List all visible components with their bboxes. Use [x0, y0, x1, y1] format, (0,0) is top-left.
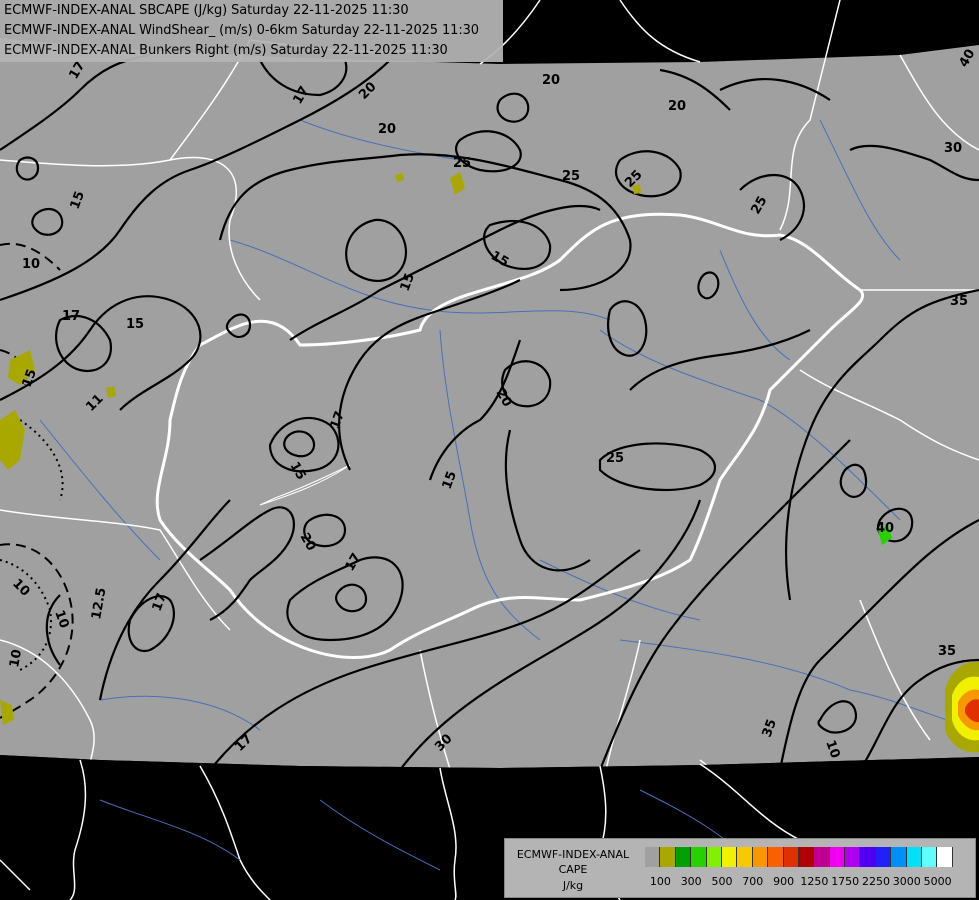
contour-label: 35 [950, 294, 968, 309]
legend-swatch [706, 847, 722, 867]
legend-swatch [829, 847, 846, 867]
contour-label: 20 [542, 73, 560, 88]
contour-label: 25 [562, 169, 580, 184]
legend-swatch [937, 847, 953, 867]
contour-label: 30 [944, 141, 962, 156]
legend-title: ECMWF-INDEX-ANAL [516, 848, 630, 861]
legend-tick-label: 1250 [800, 875, 829, 888]
legend-tick-label: 700 [742, 875, 764, 888]
legend-tick-label: 3000 [892, 875, 921, 888]
legend-tick-label: 500 [711, 875, 733, 888]
map-stage: 17 20 20 17 20 25 25 25 20 30 35 15 15 1… [0, 0, 979, 900]
legend-swatch [845, 847, 861, 867]
legend-swatch [675, 847, 692, 867]
weather-map: 17 20 20 17 20 25 25 25 20 30 35 15 15 1… [0, 0, 979, 900]
contour-label: 10 [7, 648, 25, 668]
legend-tick-label: 2250 [862, 875, 890, 888]
legend-ticks: 100 300 500 700 900 1250 1750 2250 3000 5000 [645, 875, 971, 889]
legend-swatch [875, 847, 892, 867]
contour-label: 35 [938, 644, 956, 659]
legend-swatch [891, 847, 907, 867]
legend-swatch [814, 847, 830, 867]
header-line-windshear: ECMWF-INDEX-ANAL WindShear_ (m/s) 0-6km … [4, 23, 479, 38]
map-header: ECMWF-INDEX-ANAL SBCAPE (J/kg) Saturday … [0, 0, 503, 62]
contour-label: 15 [126, 317, 144, 332]
legend-unit: J/kg [562, 879, 584, 892]
legend-tick-label: 1750 [831, 875, 860, 888]
legend-variable: CAPE [558, 863, 588, 876]
legend-tick-label: 300 [680, 875, 702, 888]
contour-label: 25 [606, 451, 624, 466]
legend-swatch [906, 847, 923, 867]
legend-swatches [645, 847, 953, 867]
legend-swatch [798, 847, 815, 867]
contour-label: 40 [876, 521, 894, 536]
contour-label: 17 [62, 309, 80, 324]
legend-tick-label: 5000 [923, 875, 952, 888]
cape-legend: ECMWF-INDEX-ANAL CAPE J/kg 100 300 500 700 9… [504, 838, 976, 898]
contour-label: 20 [378, 122, 396, 137]
legend-swatch [783, 847, 799, 867]
legend-swatch [737, 847, 753, 867]
contour-label: 25 [453, 156, 471, 171]
grey-field [0, 38, 979, 768]
contour-label: 10 [22, 257, 40, 272]
legend-swatch [768, 847, 784, 867]
legend-tick-label: 900 [773, 875, 795, 888]
contour-label: 20 [668, 99, 686, 114]
legend-swatch [860, 847, 876, 867]
legend-swatch [752, 847, 769, 867]
legend-swatch [691, 847, 707, 867]
legend-swatch [660, 847, 676, 867]
header-line-sbcape: ECMWF-INDEX-ANAL SBCAPE (J/kg) Saturday … [4, 3, 409, 18]
legend-swatch [922, 847, 938, 867]
legend-swatch [645, 847, 661, 867]
legend-tick-label: 100 [649, 875, 671, 888]
legend-swatch [721, 847, 738, 867]
header-line-bunkers: ECMWF-INDEX-ANAL Bunkers Right (m/s) Sat… [4, 43, 448, 58]
